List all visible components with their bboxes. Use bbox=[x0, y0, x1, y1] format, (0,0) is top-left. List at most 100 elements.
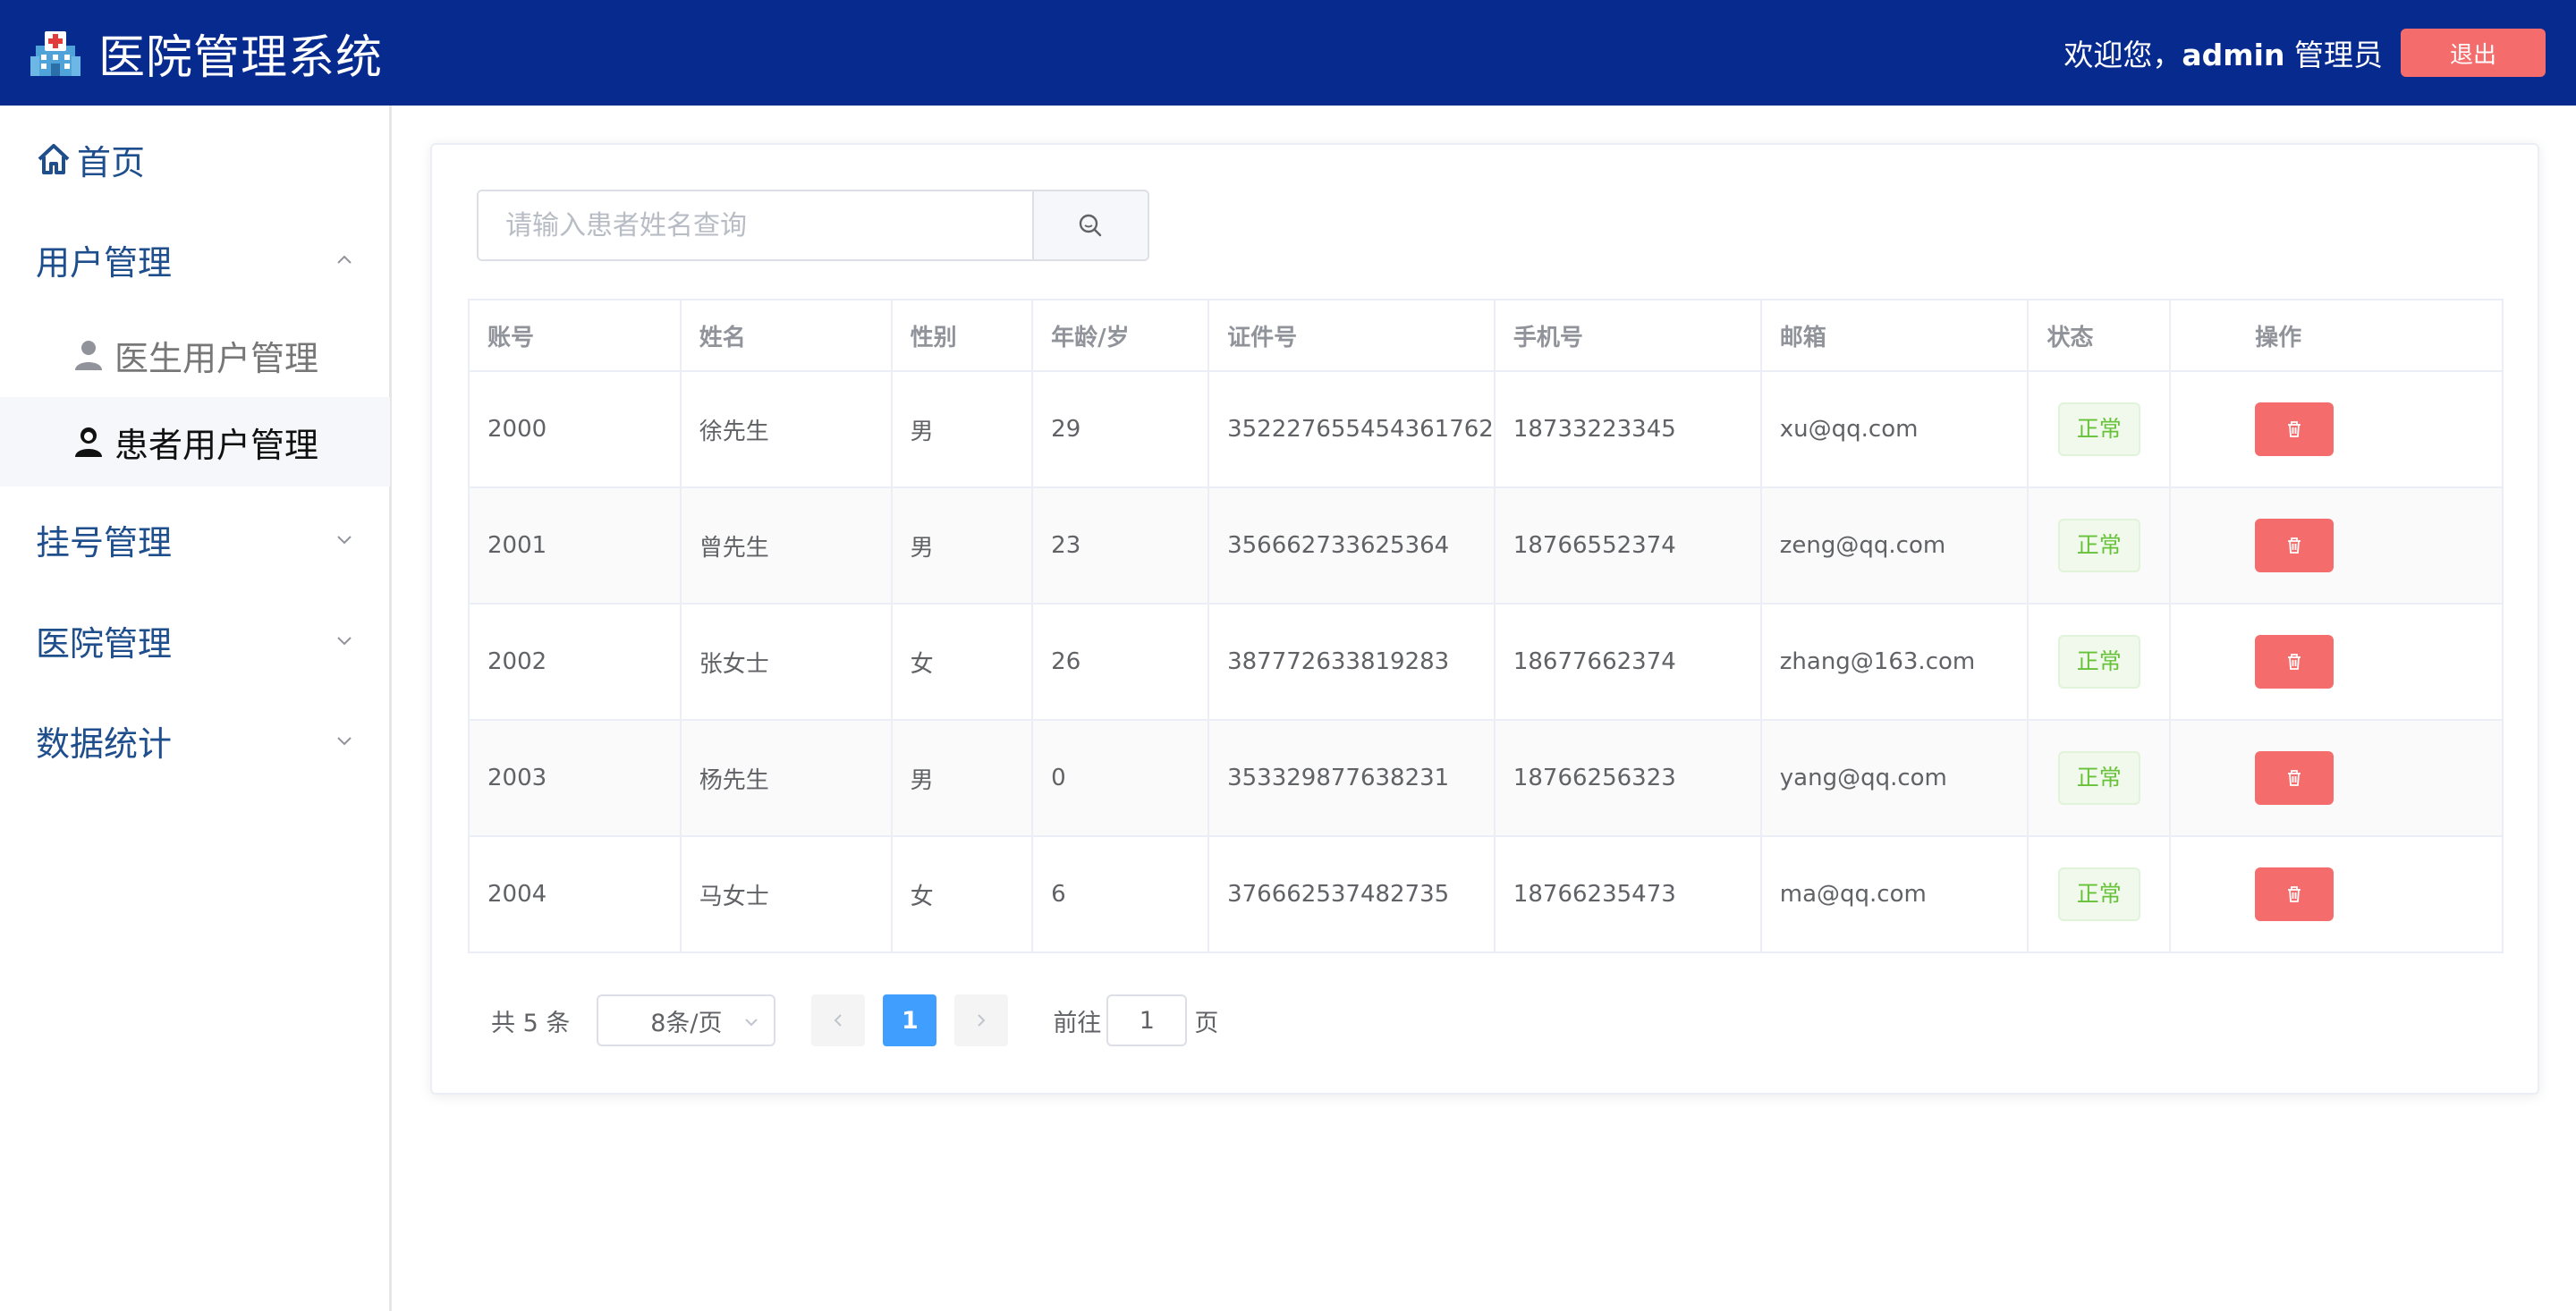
cell-email: ma@qq.com bbox=[1759, 835, 2029, 953]
cell-gender: 男 bbox=[890, 370, 1034, 488]
sidebar-item-doctor-users[interactable]: 医生用户管理 bbox=[0, 310, 390, 400]
column-header-email: 邮箱 bbox=[1759, 299, 2029, 372]
home-icon bbox=[38, 144, 70, 174]
goto-page-input[interactable] bbox=[1106, 994, 1188, 1046]
table-row: 2003 杨先生 男 0 353329877638231 18766256323… bbox=[468, 719, 2504, 837]
delete-button[interactable] bbox=[2255, 867, 2334, 921]
doctor-icon bbox=[75, 341, 102, 370]
cell-age: 23 bbox=[1031, 486, 1210, 605]
cell-account: 2003 bbox=[468, 719, 682, 837]
cell-phone: 18766256323 bbox=[1493, 719, 1762, 837]
sidebar-item-label: 数据统计 bbox=[36, 723, 173, 764]
cell-name: 曾先生 bbox=[679, 486, 893, 605]
chevron-right-icon bbox=[978, 1014, 986, 1027]
page-size-select[interactable]: 8条/页 bbox=[597, 994, 776, 1046]
column-header-status: 状态 bbox=[2027, 299, 2172, 372]
column-header-gender: 性别 bbox=[890, 299, 1034, 372]
table-row: 2000 徐先生 男 29 352227655454361762 1873322… bbox=[468, 370, 2504, 488]
cell-name: 徐先生 bbox=[679, 370, 893, 488]
chevron-down-icon bbox=[337, 536, 352, 545]
cell-phone: 18766552374 bbox=[1493, 486, 1762, 605]
cell-age: 6 bbox=[1031, 835, 1210, 953]
cell-email: yang@qq.com bbox=[1759, 719, 2029, 837]
cell-gender: 男 bbox=[890, 486, 1034, 605]
cell-gender: 女 bbox=[890, 603, 1034, 721]
cell-actions bbox=[2169, 486, 2504, 605]
goto-label: 前往 bbox=[1053, 1009, 1102, 1037]
cell-id-no: 356662733625364 bbox=[1208, 486, 1496, 605]
trash-icon bbox=[2288, 654, 2301, 670]
trash-icon bbox=[2288, 421, 2301, 437]
sidebar: 首页 用户管理 医生用户管理 患者用户管理 挂号管理 医院管理 数据统计 bbox=[0, 106, 392, 1311]
cell-id-no: 376662537482735 bbox=[1208, 835, 1496, 953]
status-badge: 正常 bbox=[2057, 751, 2140, 805]
column-header-age: 年龄/岁 bbox=[1031, 299, 1210, 372]
cell-age: 29 bbox=[1031, 370, 1210, 488]
table-header-row: 账号 姓名 性别 年龄/岁 证件号 手机号 邮箱 状态 操作 bbox=[468, 299, 2504, 372]
delete-button[interactable] bbox=[2255, 402, 2334, 456]
column-header-phone: 手机号 bbox=[1493, 299, 1762, 372]
search-input[interactable] bbox=[479, 191, 1032, 259]
sidebar-item-label: 患者用户管理 bbox=[114, 425, 319, 465]
user-role: 管理员 bbox=[2294, 38, 2383, 72]
cell-email: xu@qq.com bbox=[1759, 370, 2029, 488]
search-icon bbox=[1080, 214, 1102, 237]
cell-phone: 18733223345 bbox=[1493, 370, 1762, 488]
cell-status: 正常 bbox=[2027, 370, 2172, 488]
table-row: 2002 张女士 女 26 387772633819283 1867766237… bbox=[468, 603, 2504, 721]
cell-name: 马女士 bbox=[679, 835, 893, 953]
search-button[interactable] bbox=[1031, 191, 1148, 259]
trash-icon bbox=[2288, 537, 2301, 554]
cell-gender: 男 bbox=[890, 719, 1034, 837]
logout-button[interactable]: 退出 bbox=[2401, 29, 2546, 77]
cell-actions bbox=[2169, 603, 2504, 721]
status-badge: 正常 bbox=[2057, 519, 2140, 572]
welcome-prefix: 欢迎您， bbox=[2063, 38, 2182, 72]
brand: 医院管理系统 bbox=[29, 20, 383, 87]
cell-id-no: 353329877638231 bbox=[1208, 719, 1496, 837]
user-area: 欢迎您，admin 管理员 退出 bbox=[2063, 29, 2546, 77]
cell-name: 杨先生 bbox=[679, 719, 893, 837]
sidebar-item-label: 医院管理 bbox=[36, 623, 173, 664]
cell-age: 26 bbox=[1031, 603, 1210, 721]
cell-phone: 18677662374 bbox=[1493, 603, 1762, 721]
sidebar-item-home[interactable]: 首页 bbox=[0, 114, 390, 204]
cell-email: zhang@163.com bbox=[1759, 603, 2029, 721]
cell-email: zeng@qq.com bbox=[1759, 486, 2029, 605]
status-badge: 正常 bbox=[2057, 867, 2140, 921]
cell-actions bbox=[2169, 835, 2504, 953]
delete-button[interactable] bbox=[2255, 751, 2334, 805]
cell-age: 0 bbox=[1031, 719, 1210, 837]
chevron-up-icon bbox=[337, 255, 352, 264]
cell-account: 2001 bbox=[468, 486, 682, 605]
patient-icon bbox=[75, 427, 102, 457]
goto-suffix: 页 bbox=[1194, 1009, 1219, 1037]
sidebar-item-label: 挂号管理 bbox=[36, 522, 173, 562]
delete-button[interactable] bbox=[2255, 635, 2334, 689]
sidebar-item-stats[interactable]: 数据统计 bbox=[0, 696, 390, 785]
cell-account: 2002 bbox=[468, 603, 682, 721]
cell-status: 正常 bbox=[2027, 835, 2172, 953]
chevron-down-icon bbox=[745, 1019, 758, 1027]
cell-id-no: 387772633819283 bbox=[1208, 603, 1496, 721]
sidebar-item-hospital-mgmt[interactable]: 医院管理 bbox=[0, 596, 390, 685]
top-header: 医院管理系统 欢迎您，admin 管理员 退出 bbox=[0, 0, 2576, 106]
delete-button[interactable] bbox=[2255, 519, 2334, 572]
prev-page-button[interactable] bbox=[811, 994, 866, 1046]
sidebar-item-register-mgmt[interactable]: 挂号管理 bbox=[0, 495, 390, 584]
welcome-text: 欢迎您，admin 管理员 bbox=[2063, 31, 2383, 74]
cell-id-no: 352227655454361762 bbox=[1208, 370, 1496, 488]
cell-account: 2000 bbox=[468, 370, 682, 488]
trash-icon bbox=[2288, 770, 2301, 786]
cell-actions bbox=[2169, 719, 2504, 837]
pagination: 共 5 条 8条/页 1 前往 页 bbox=[491, 994, 1218, 1046]
column-header-actions: 操作 bbox=[2169, 299, 2504, 372]
sidebar-item-patient-users[interactable]: 患者用户管理 bbox=[0, 397, 390, 486]
cell-gender: 女 bbox=[890, 835, 1034, 953]
sidebar-item-user-mgmt[interactable]: 用户管理 bbox=[0, 215, 390, 304]
page-number-current[interactable]: 1 bbox=[883, 994, 937, 1046]
cell-actions bbox=[2169, 370, 2504, 488]
chevron-left-icon bbox=[834, 1014, 843, 1027]
next-page-button[interactable] bbox=[954, 994, 1009, 1046]
search-bar bbox=[477, 190, 1149, 261]
